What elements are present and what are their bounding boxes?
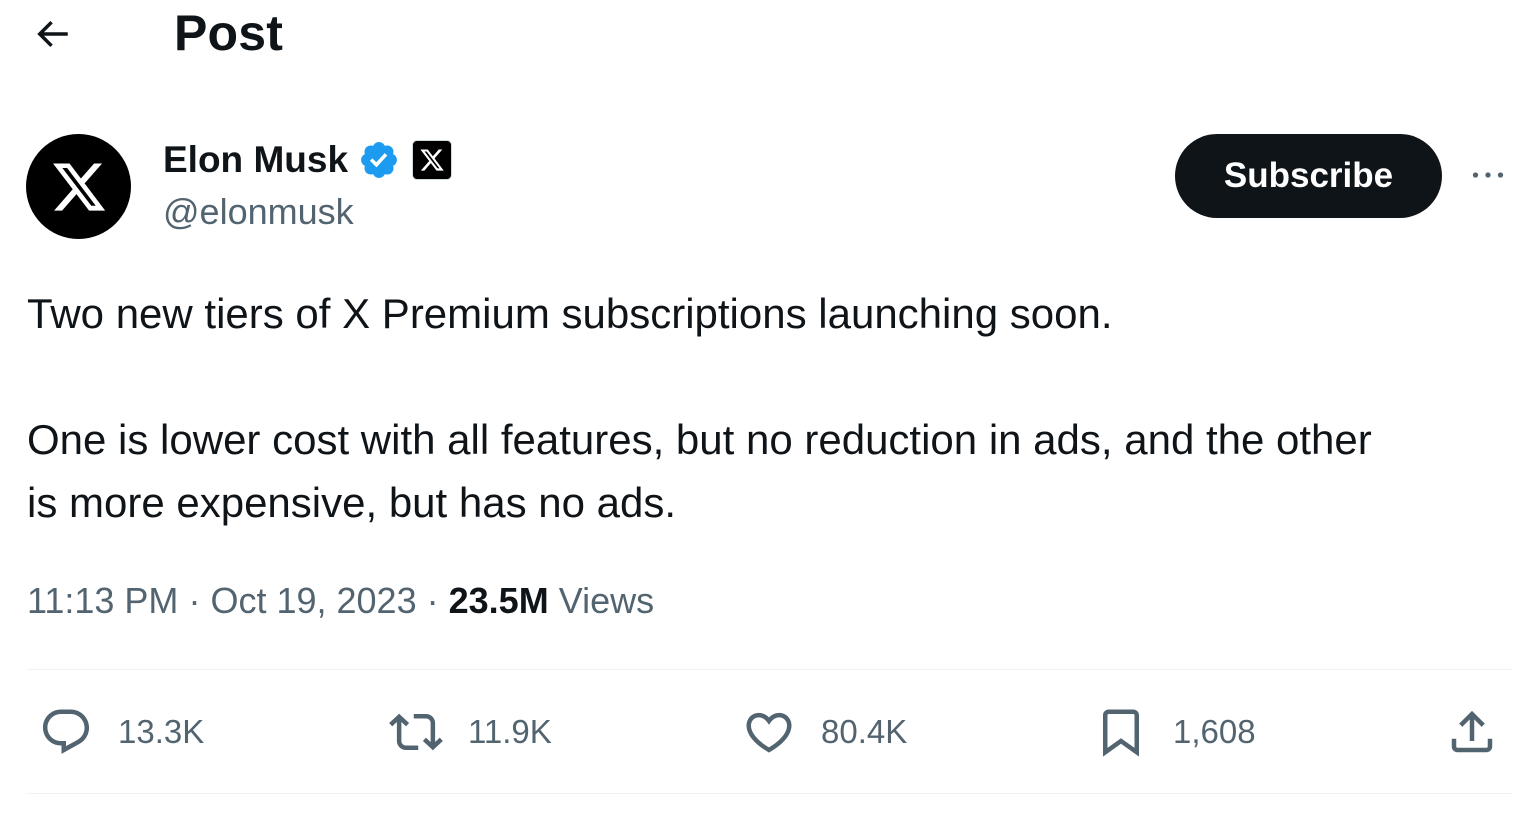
reply-icon <box>42 709 90 754</box>
post-paragraph: One is lower cost with all features, but… <box>27 416 1372 463</box>
meta-separator: · <box>188 580 201 621</box>
share-icon <box>1451 710 1493 753</box>
repost-count: 11.9K <box>468 713 552 750</box>
subscribe-button[interactable]: Subscribe <box>1175 134 1442 218</box>
divider <box>27 793 1513 794</box>
affiliate-badge[interactable] <box>412 140 453 180</box>
verified-badge-icon[interactable] <box>358 139 400 181</box>
like-button[interactable]: 80.4K <box>741 702 907 762</box>
x-logo-icon <box>52 162 105 211</box>
author-name-row: Elon Musk <box>163 134 453 186</box>
action-bar: 13.3K 11.9K 80.4K 1,608 <box>0 680 1523 790</box>
repost-button[interactable]: 11.9K <box>388 702 552 762</box>
page-title: Post <box>174 5 284 61</box>
heart-icon <box>746 712 792 753</box>
post-paragraph: is more expensive, but has no ads. <box>27 479 677 526</box>
share-button[interactable] <box>1444 702 1500 762</box>
meta-separator: · <box>426 580 439 621</box>
reply-count: 13.3K <box>118 713 205 750</box>
post-date[interactable]: Oct 19, 2023 <box>210 580 416 621</box>
author-handle[interactable]: @elonmusk <box>163 188 452 236</box>
bookmark-icon <box>1103 709 1139 757</box>
divider <box>27 669 1513 670</box>
bookmark-button[interactable]: 1,608 <box>1093 702 1256 762</box>
back-button[interactable] <box>22 8 82 60</box>
x-logo-icon <box>420 149 444 171</box>
author-name[interactable]: Elon Musk <box>163 134 348 186</box>
avatar[interactable] <box>26 134 131 239</box>
like-count: 80.4K <box>821 713 908 750</box>
post-paragraph: Two new tiers of X Premium subscriptions… <box>27 290 1113 337</box>
more-options-button[interactable] <box>1460 150 1516 200</box>
views-count: 23.5M <box>448 580 549 621</box>
views-label: Views <box>558 580 655 621</box>
post-text: Two new tiers of X Premium subscriptions… <box>27 282 1517 534</box>
author-info: Elon Musk @elonmusk <box>163 134 453 236</box>
repost-icon <box>389 713 443 751</box>
post-header: Post <box>0 0 1523 70</box>
post-meta: 11:13 PM · Oct 19, 2023 · 23.5M Views <box>27 576 654 626</box>
arrow-left-icon <box>37 20 68 48</box>
more-horizontal-icon <box>1472 172 1504 178</box>
post-time[interactable]: 11:13 PM <box>27 580 178 621</box>
bookmark-count: 1,608 <box>1173 713 1256 750</box>
reply-button[interactable]: 13.3K <box>38 702 204 762</box>
